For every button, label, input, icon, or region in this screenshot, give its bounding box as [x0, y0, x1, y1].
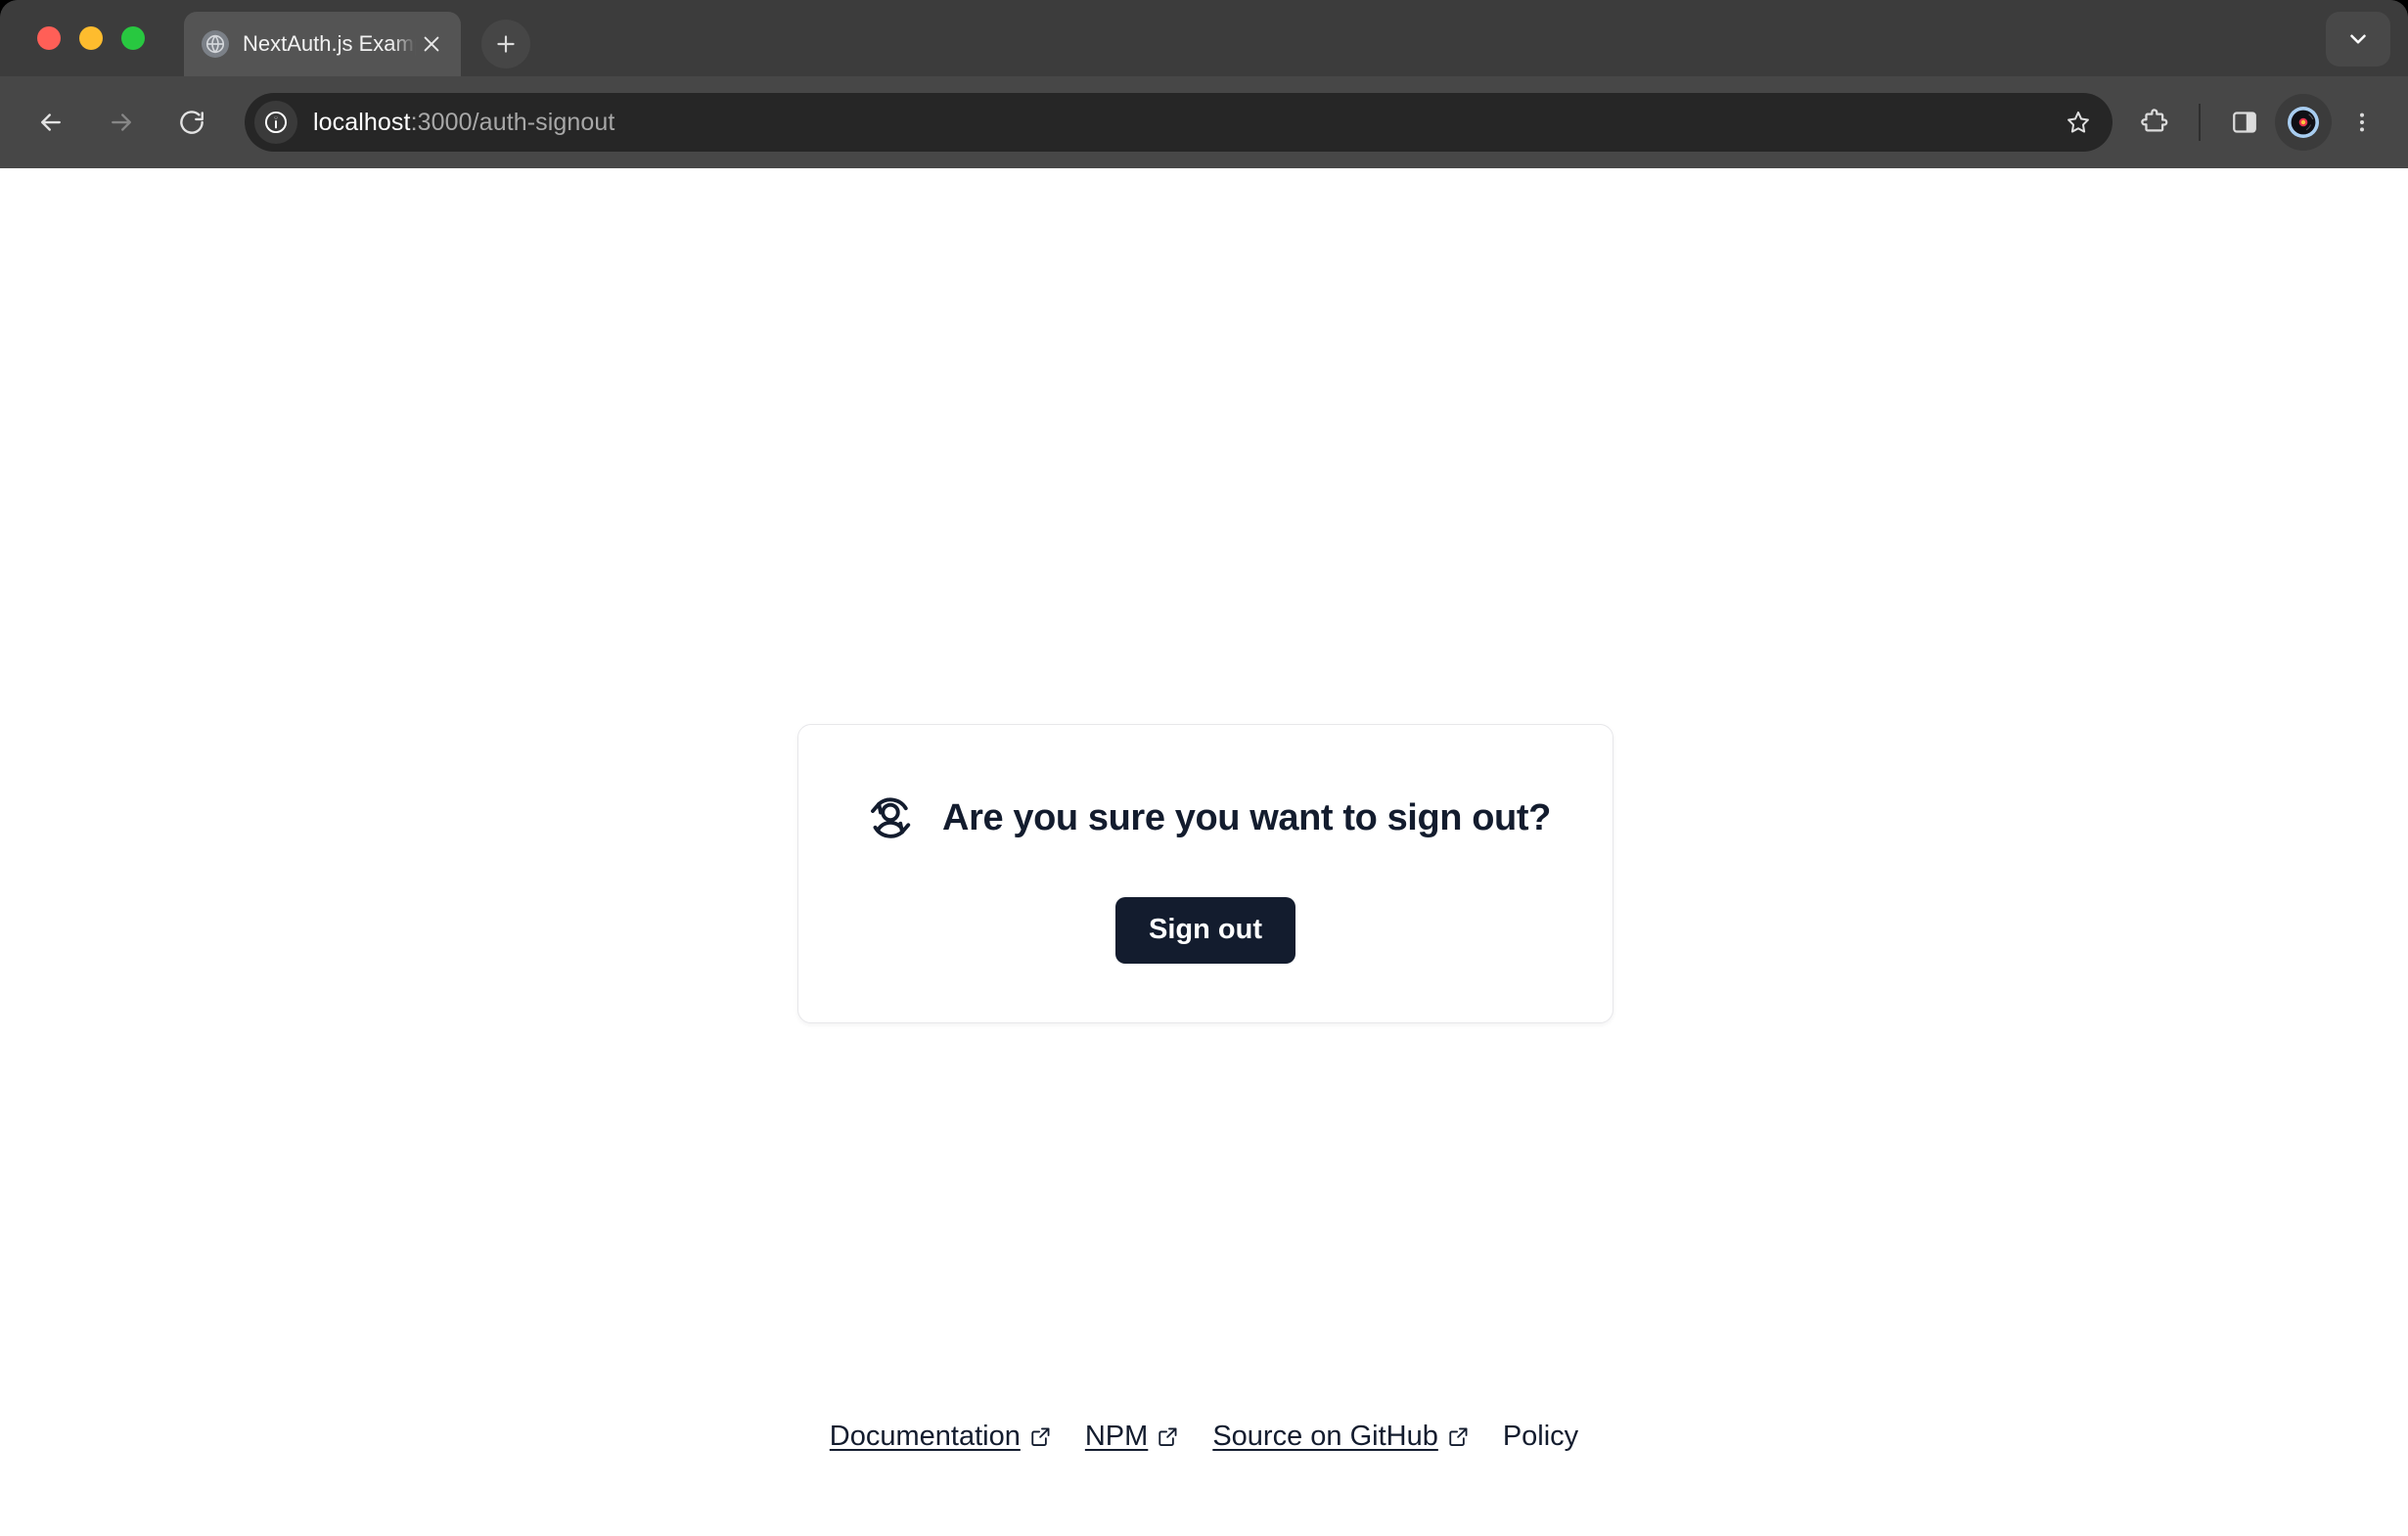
- external-link-icon: [1029, 1425, 1052, 1448]
- star-icon[interactable]: [2054, 98, 2103, 147]
- external-link-icon: [1157, 1425, 1179, 1448]
- signout-card: Are you sure you want to sign out? Sign …: [797, 724, 1613, 1023]
- signout-button[interactable]: Sign out: [1115, 897, 1295, 964]
- url-path: :3000/auth-signout: [410, 108, 615, 136]
- three-dots-vertical-icon[interactable]: [2336, 96, 2388, 149]
- card-header: Are you sure you want to sign out?: [860, 788, 1551, 848]
- side-panel-icon[interactable]: [2218, 96, 2271, 149]
- close-icon[interactable]: [416, 28, 447, 60]
- tab-strip: NextAuth.js Example: [0, 0, 2408, 76]
- footer-link-npm[interactable]: NPM: [1085, 1421, 1179, 1453]
- new-tab-button[interactable]: [481, 20, 530, 68]
- footer-link-label: Source on GitHub: [1212, 1421, 1438, 1452]
- arrow-right-icon: [94, 95, 149, 150]
- puzzle-piece-icon[interactable]: [2128, 96, 2181, 149]
- footer-link-policy[interactable]: Policy: [1503, 1421, 1578, 1453]
- footer-link-label: NPM: [1084, 1421, 1149, 1452]
- arrow-left-icon[interactable]: [23, 95, 78, 150]
- url-host: localhost: [313, 108, 411, 136]
- browser-tab[interactable]: NextAuth.js Example: [184, 12, 461, 76]
- info-circle-icon[interactable]: [254, 101, 297, 144]
- footer-link-label: Policy: [1502, 1421, 1579, 1452]
- user-signout-icon: [860, 788, 921, 848]
- chevron-down-icon[interactable]: [2326, 12, 2390, 67]
- footer-link-source-on-github[interactable]: Source on GitHub: [1212, 1421, 1470, 1453]
- globe-icon: [202, 30, 229, 58]
- traffic-lights: [37, 26, 145, 50]
- footer-link-documentation[interactable]: Documentation: [830, 1421, 1052, 1453]
- reload-icon[interactable]: [164, 95, 219, 150]
- toolbar-divider: [2199, 104, 2201, 141]
- profile-avatar-icon[interactable]: [2275, 94, 2332, 151]
- address-bar[interactable]: localhost:3000/auth-signout: [245, 93, 2113, 152]
- tab-title: NextAuth.js Example: [243, 31, 416, 56]
- page-title: Are you sure you want to sign out?: [942, 796, 1551, 838]
- url-text: localhost:3000/auth-signout: [313, 109, 614, 137]
- window-minimize-button[interactable]: [79, 26, 103, 50]
- external-link-icon: [1447, 1425, 1470, 1448]
- window-maximize-button[interactable]: [121, 26, 145, 50]
- footer-link-label: Documentation: [829, 1421, 1021, 1452]
- browser-window: NextAuth.js Example: [0, 0, 2408, 1536]
- window-close-button[interactable]: [37, 26, 61, 50]
- page-viewport: Are you sure you want to sign out? Sign …: [0, 168, 2408, 1536]
- browser-toolbar: localhost:3000/auth-signout: [0, 76, 2408, 168]
- page-footer: Documentation NPM Source on GitHub Polic…: [0, 1421, 2408, 1453]
